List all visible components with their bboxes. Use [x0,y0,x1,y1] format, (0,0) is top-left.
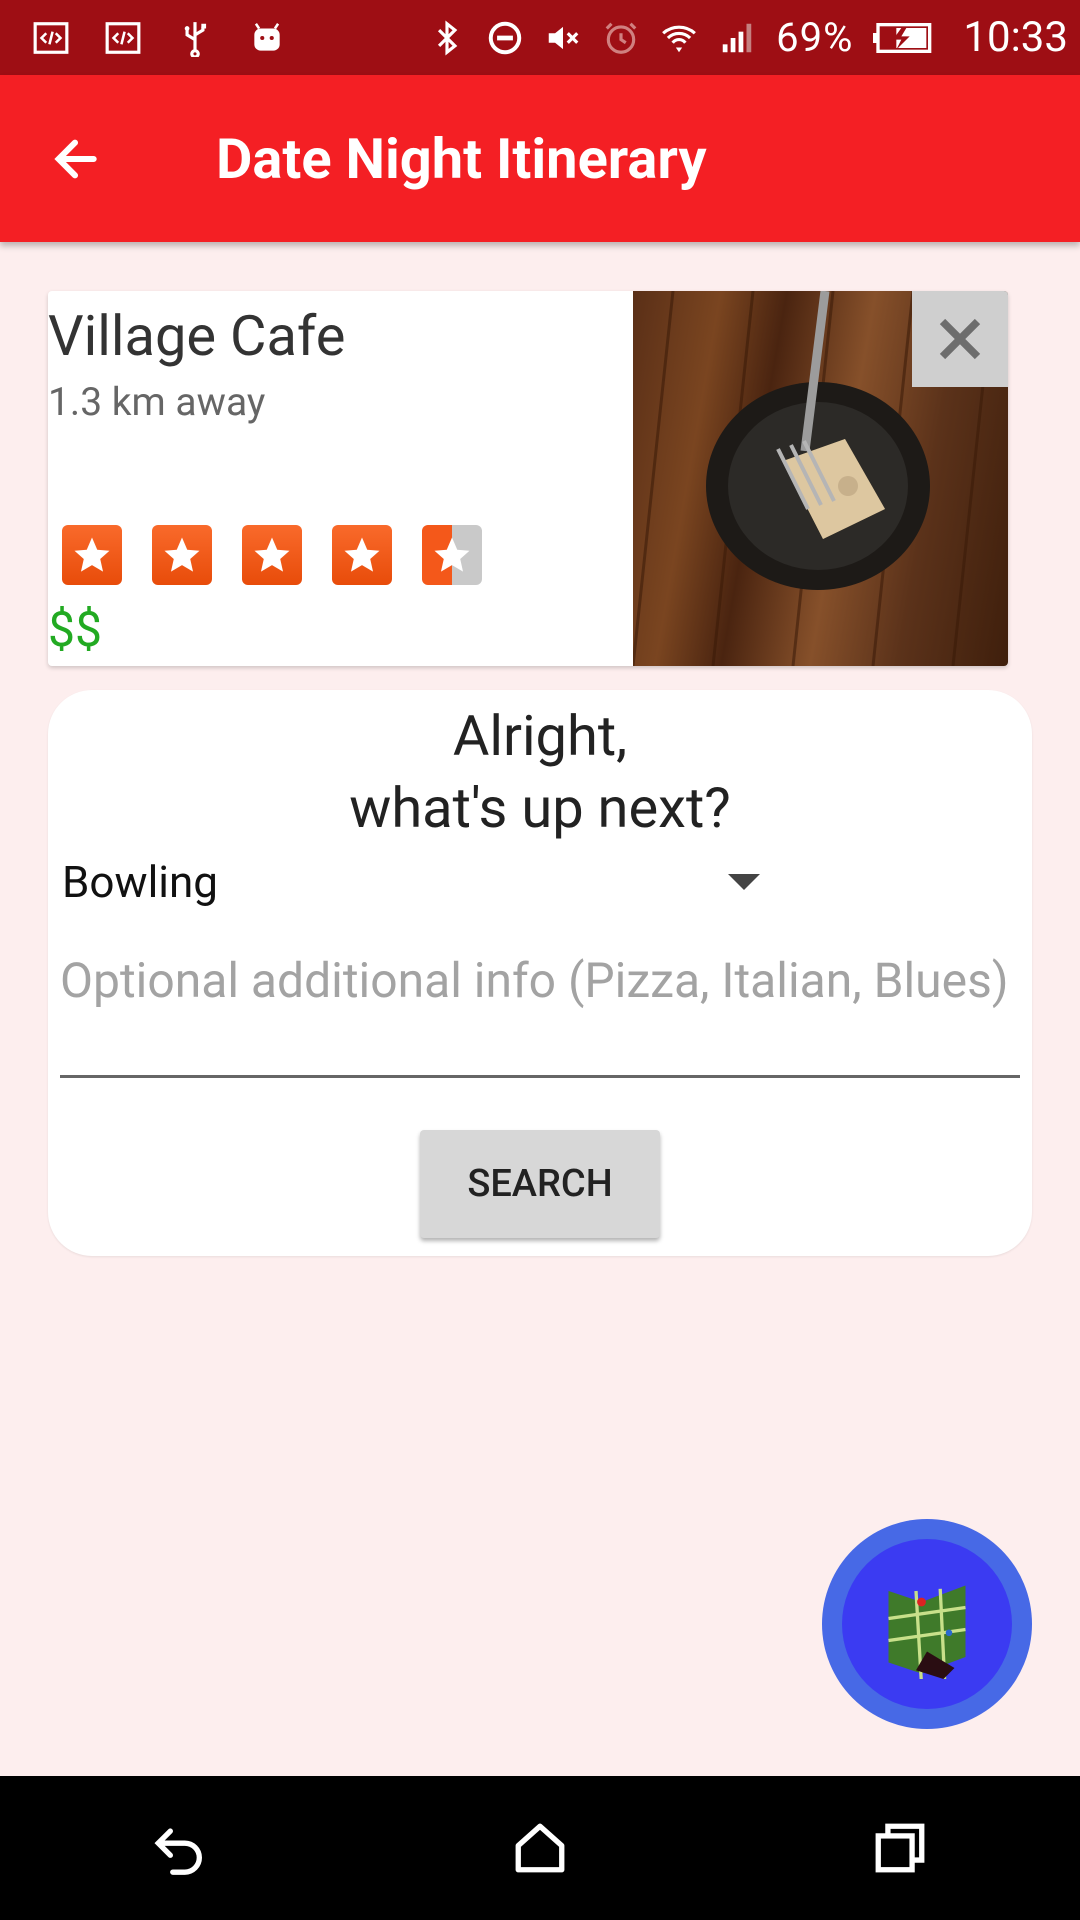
app-bar: Date Night Itinerary [0,75,1080,242]
code-icon [104,19,142,57]
bluetooth-icon [428,19,466,57]
page-title: Date Night Itinerary [216,125,707,192]
arrow-back-icon [54,139,97,178]
map-icon [888,1585,966,1679]
remove-place-button[interactable] [912,291,1008,387]
mute-icon [544,19,582,57]
code-icon [32,19,70,57]
rating-stars [62,525,482,585]
price-level: $$ [48,601,102,658]
status-left-icons [32,19,286,57]
additional-info-input[interactable] [60,950,1020,1078]
wifi-icon [660,19,698,57]
next-activity-card: Alright, what's up next? Bowling SEARCH [48,690,1032,1256]
category-dropdown[interactable]: Bowling [62,842,762,922]
do-not-disturb-icon [486,19,524,57]
place-distance: 1.3 km away [48,379,266,425]
clock-time: 10:33 [963,13,1068,62]
back-button[interactable] [0,75,150,242]
fab-inner [842,1539,1012,1709]
star-icon [242,525,302,585]
nav-back-button[interactable] [120,1788,240,1908]
recents-icon [875,1823,925,1873]
star-icon [332,525,392,585]
half-star-icon [422,525,482,585]
star-icon [152,525,212,585]
category-selected: Bowling [62,856,218,908]
signal-icon [718,19,756,57]
alarm-icon [602,19,640,57]
status-bar: 69% 10:33 [0,0,1080,75]
nav-home-button[interactable] [480,1788,600,1908]
close-icon [939,318,981,360]
battery-percent: 69% [776,14,854,61]
search-button[interactable]: SEARCH [420,1130,660,1238]
system-nav-bar [0,1776,1080,1920]
android-icon [248,19,286,57]
dropdown-arrow-icon [728,874,760,890]
battery-charging-icon [873,19,933,57]
place-photo [631,291,1008,666]
map-fab-button[interactable] [822,1519,1032,1729]
usb-icon [176,19,214,57]
nav-recents-button[interactable] [840,1788,960,1908]
place-card[interactable]: Village Cafe 1.3 km away $$ [48,291,1008,666]
home-icon [515,1823,565,1873]
status-right-icons: 69% 10:33 [428,13,1068,62]
next-prompt: Alright, what's up next? [349,703,731,841]
star-icon [62,525,122,585]
place-name: Village Cafe [48,303,346,369]
back-icon [154,1828,202,1875]
